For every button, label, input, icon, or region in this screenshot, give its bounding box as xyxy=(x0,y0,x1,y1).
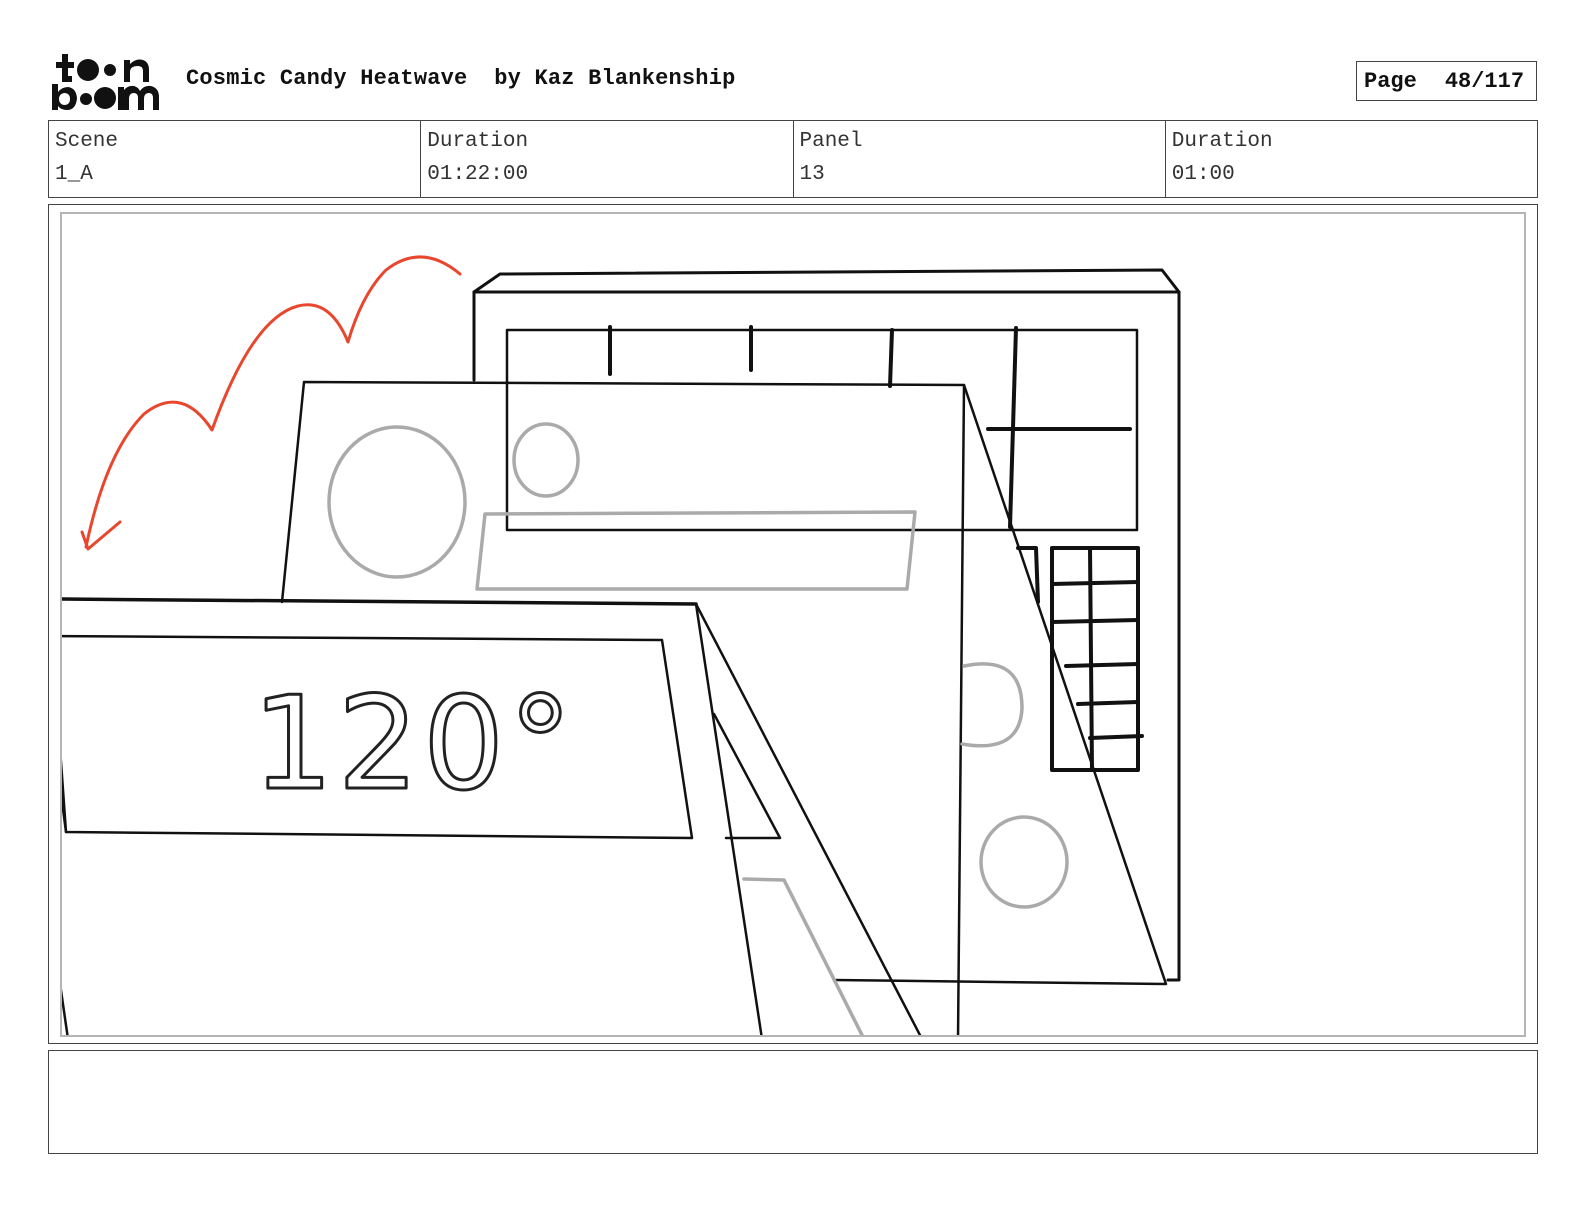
project-title: Cosmic Candy Heatwave xyxy=(186,66,468,91)
scene-value: 1_A xyxy=(55,163,93,186)
temperature-reading: 120° xyxy=(252,670,576,819)
floor-mark xyxy=(742,877,864,1035)
back-machine xyxy=(472,268,1181,982)
panel-value: 13 xyxy=(799,163,825,186)
sign-top-edge xyxy=(62,597,698,606)
panel-duration-label: Duration xyxy=(1171,130,1273,153)
side-knob xyxy=(979,815,1069,909)
large-dial xyxy=(327,425,467,579)
motion-arrow xyxy=(80,255,462,551)
front-sign: 120° xyxy=(62,597,922,1035)
logo-bottom-row xyxy=(52,84,159,110)
panel-label: Panel xyxy=(799,130,863,153)
panel-cell: Panel 13 xyxy=(792,121,1165,197)
back-machine-top xyxy=(472,268,1181,294)
page-label: Page xyxy=(1364,68,1417,94)
scene-duration-value: 01:22:00 xyxy=(427,163,529,186)
back-machine-body xyxy=(472,290,1181,982)
page-counter: Page 48/117 xyxy=(1356,61,1537,101)
logo-top-row xyxy=(56,54,149,82)
side-dial xyxy=(960,662,1024,748)
caption-box xyxy=(48,1050,1538,1154)
middle-machine-front-edge xyxy=(956,383,966,1035)
keypad-grid xyxy=(1016,546,1144,772)
scene-duration-label: Duration xyxy=(427,130,529,153)
author-credit: by Kaz Blankenship xyxy=(494,66,736,91)
panel-duration-value: 01:00 xyxy=(1171,163,1235,186)
small-dial xyxy=(512,422,580,498)
page-number: 48/117 xyxy=(1444,68,1525,94)
screen-divider xyxy=(888,328,894,388)
display-slot xyxy=(475,510,917,591)
scene-cell: Scene 1_A xyxy=(49,121,420,197)
toonboom-logo xyxy=(52,54,159,110)
document-title: Cosmic Candy Heatwave by Kaz Blankenship xyxy=(186,66,736,91)
panel-image-area: 120° xyxy=(60,212,1526,1037)
storyboard-sketch: 120° xyxy=(62,255,1181,1035)
scene-duration-cell: Duration 01:22:00 xyxy=(420,121,792,197)
sign-bracket xyxy=(712,712,782,840)
scene-label: Scene xyxy=(55,130,119,153)
sign-left-leg xyxy=(62,988,69,1035)
panel-duration-cell: Duration 01:00 xyxy=(1164,121,1537,197)
scene-info-table: Scene 1_A Duration 01:22:00 Panel 13 Dur… xyxy=(48,120,1538,198)
